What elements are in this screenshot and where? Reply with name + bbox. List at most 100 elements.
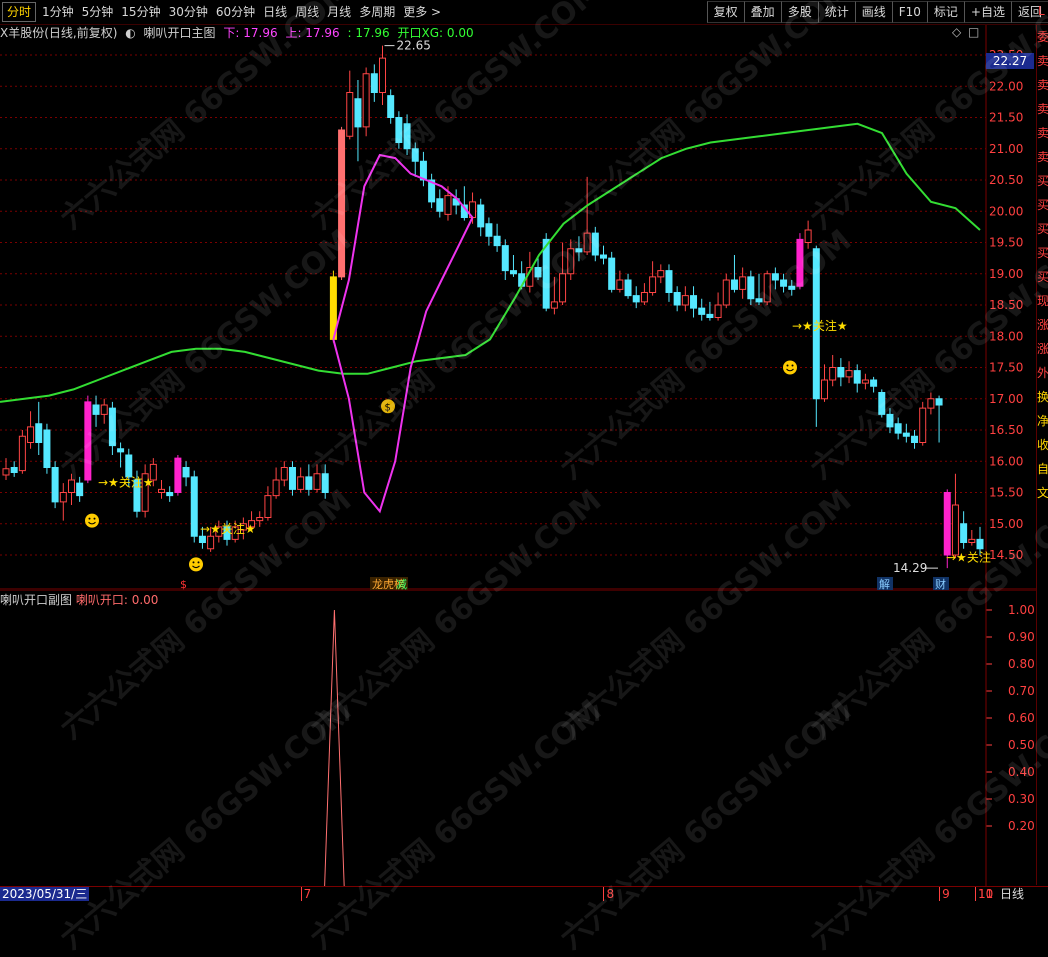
period-tab-9[interactable]: 多周期: [355, 0, 399, 24]
candle: [452, 189, 460, 215]
y-tick-label: 16.00: [989, 454, 1023, 468]
candle: [18, 430, 26, 474]
candle: [935, 395, 943, 443]
candle: [878, 389, 886, 418]
y-tick-label: 21.00: [989, 142, 1023, 156]
period-tab-1[interactable]: 1分钟: [38, 0, 78, 24]
candle: [370, 64, 378, 102]
candle-body: [444, 195, 452, 215]
candle: [297, 467, 305, 493]
candle-body: [27, 426, 35, 443]
candle: [43, 423, 51, 474]
period-tab-5[interactable]: 60分钟: [212, 0, 259, 24]
candle: [190, 470, 198, 543]
candle: [59, 483, 67, 521]
y-tick-label: 19.50: [989, 236, 1023, 250]
candle: [902, 423, 910, 443]
toolbar-button-2[interactable]: 多股: [780, 1, 818, 23]
candle-body: [76, 482, 84, 497]
y-tick-label: 20.00: [989, 204, 1023, 218]
candle-body: [550, 301, 558, 309]
candle: [690, 286, 698, 318]
right-strip-char: 委: [1037, 30, 1048, 44]
candle-body: [2, 468, 10, 476]
smiley-icon: [783, 360, 797, 375]
candle: [485, 217, 493, 246]
y-tick-label: 16.50: [989, 423, 1023, 437]
candle: [755, 273, 763, 305]
toolbar-button-5[interactable]: F10: [891, 1, 927, 23]
candle: [419, 151, 427, 187]
candle-body: [714, 304, 722, 318]
candle: [632, 286, 640, 309]
candle: [780, 273, 788, 293]
candle-body: [559, 273, 567, 303]
candle-body: [198, 535, 206, 543]
candle-body: [591, 232, 599, 256]
candle: [76, 476, 84, 502]
candle-body: [976, 538, 984, 550]
right-strip-char: 买: [1037, 246, 1048, 260]
sub-indicator-chart[interactable]: 1.00 0.90 0.80 0.70 0.60 0.50 0.40 0.30 0.20: [0, 590, 1036, 886]
candle-body: [870, 379, 878, 387]
candle: [714, 292, 722, 321]
candle-body: [690, 295, 698, 309]
candle-body: [902, 432, 910, 437]
candle-body: [321, 473, 329, 493]
candle-body: [632, 295, 640, 303]
candle-body: [67, 479, 75, 493]
candle: [870, 376, 878, 393]
right-strip-char: 卖: [1037, 126, 1048, 140]
period-tab-6[interactable]: 日线: [259, 0, 291, 24]
candle: [559, 242, 567, 305]
right-strip-char: 外: [1037, 366, 1048, 380]
period-tab-2[interactable]: 5分钟: [78, 0, 118, 24]
toolbar-button-7[interactable]: +自选: [963, 1, 1011, 23]
candle: [812, 245, 820, 427]
toolbar-button-3[interactable]: 统计: [817, 1, 855, 23]
y-tick-label: 14.50: [989, 548, 1023, 562]
period-tab-0[interactable]: 分时: [2, 2, 37, 22]
candle-body: [624, 279, 632, 297]
candle-body: [788, 285, 796, 290]
candle-body: [968, 538, 976, 543]
toolbar-button-4[interactable]: 画线: [854, 1, 892, 23]
smiley-icon: [189, 557, 203, 572]
candle-body: [10, 467, 18, 473]
candle-body: [853, 370, 861, 384]
candle: [567, 239, 575, 280]
top-toolbar: 分时 1分钟 5分钟 15分钟 30分钟 60分钟 日线 周线 月线 多周期 更多 > 复权 叠加 多股…: [0, 0, 1048, 25]
toolbar-button-0[interactable]: 复权: [706, 1, 744, 23]
candle: [657, 264, 665, 284]
candle: [845, 361, 853, 384]
candle-body: [935, 398, 943, 406]
toolbar-button-6[interactable]: 标记: [926, 1, 964, 23]
candle: [27, 411, 35, 449]
signal-label-attention: →★关注: [946, 549, 991, 564]
period-tab-8[interactable]: 月线: [323, 0, 355, 24]
candle-body: [387, 95, 395, 118]
period-label[interactable]: 日线: [1000, 887, 1024, 901]
toolbar-button-1[interactable]: 叠加: [743, 1, 781, 23]
period-tab-3[interactable]: 15分钟: [117, 0, 164, 24]
period-tab-10[interactable]: 更多 >: [399, 0, 445, 24]
candle: [837, 358, 845, 387]
candle: [395, 111, 403, 149]
candle-body: [616, 279, 624, 290]
candle: [550, 276, 558, 315]
period-tab-7[interactable]: 周线: [291, 0, 323, 24]
candle-body: [837, 367, 845, 378]
candle: [853, 364, 861, 393]
candle: [640, 283, 648, 305]
candlestick-chart[interactable]: 22.5022.0021.5021.0020.5020.0019.5019.00…: [0, 25, 1036, 590]
candle: [763, 270, 771, 305]
smiley-icon: [85, 513, 99, 528]
candle-body: [706, 313, 714, 318]
candle-body: [534, 267, 542, 278]
candle-body: [599, 254, 607, 259]
candle-body: [960, 523, 968, 543]
candle: [272, 467, 280, 499]
period-tab-4[interactable]: 30分钟: [165, 0, 212, 24]
right-strip-char: 现: [1037, 294, 1048, 308]
candle-body: [681, 295, 689, 306]
